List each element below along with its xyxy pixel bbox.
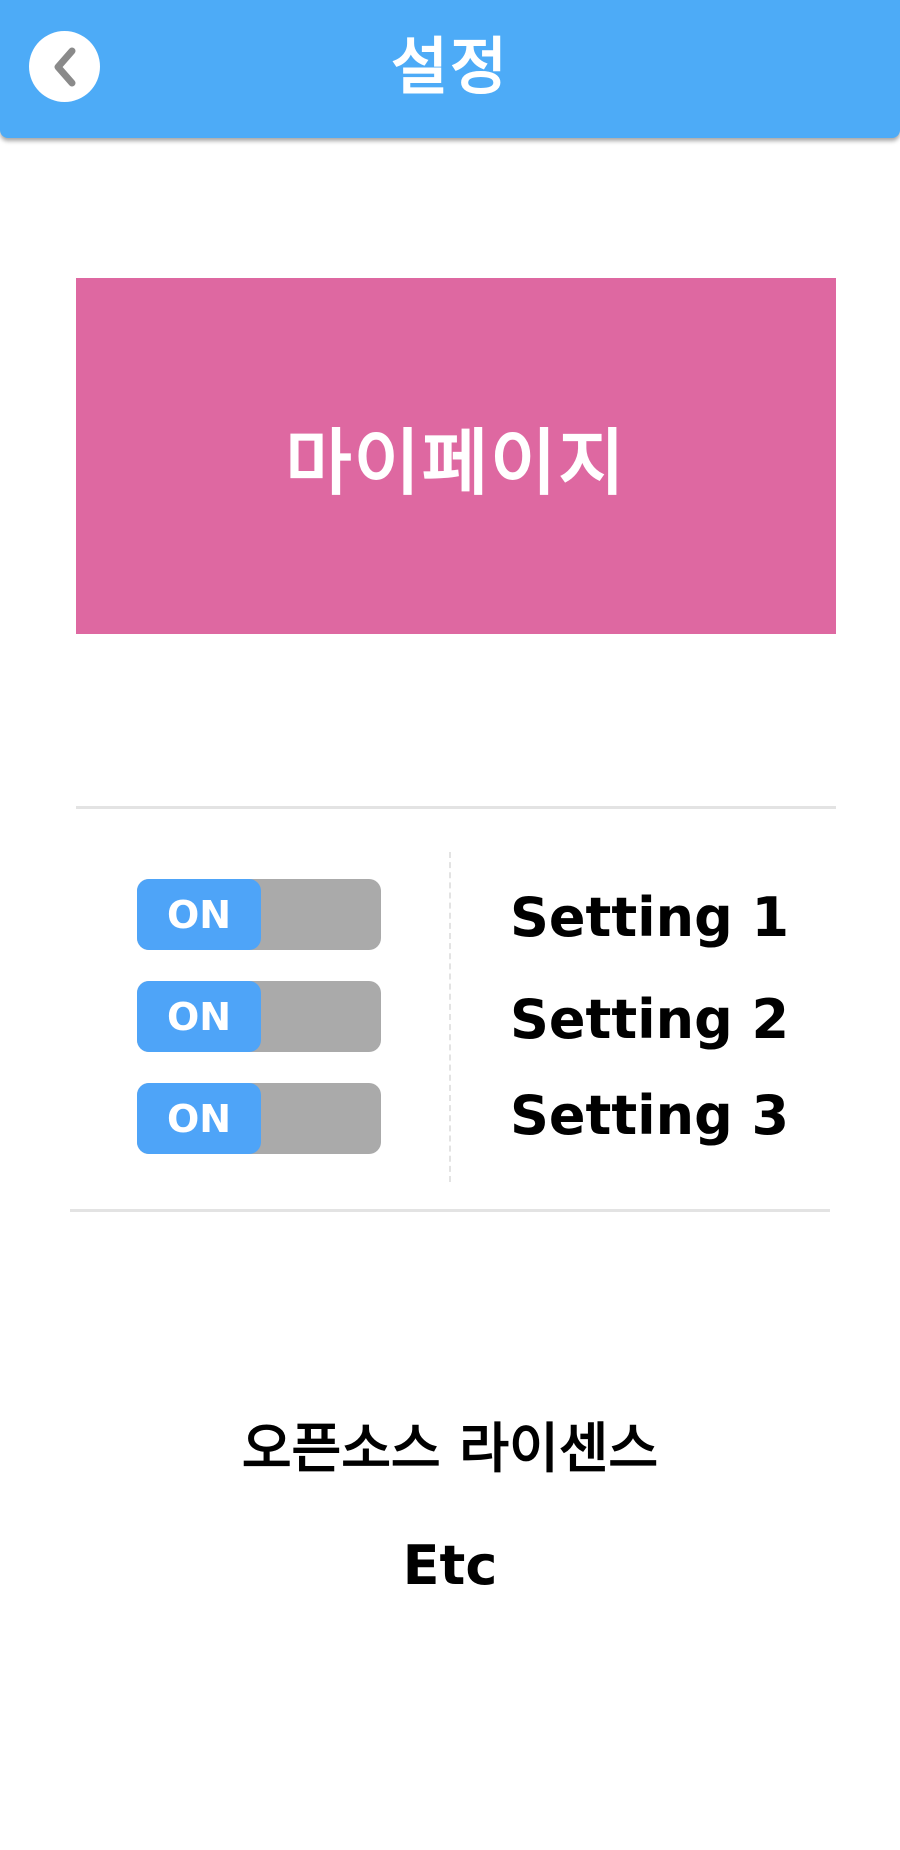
section-divider-bottom [70,1209,830,1212]
toggle-on-label: ON [137,981,261,1052]
toggle-on-label: ON [137,879,261,950]
section-divider-vertical [449,852,451,1182]
open-source-license-link[interactable]: 오픈소스 라이센스 [0,1404,900,1483]
etc-link[interactable]: Etc [0,1534,900,1597]
app-header: 설정 [0,0,900,138]
setting-2-toggle[interactable]: ON [137,981,381,1052]
section-divider-top [76,806,836,809]
setting-3-toggle[interactable]: ON [137,1083,381,1154]
mypage-button[interactable]: 마이페이지 [76,278,836,634]
page-title: 설정 [390,30,510,103]
setting-1-toggle[interactable]: ON [137,879,381,950]
setting-3-label: Setting 3 [510,1084,790,1147]
setting-1-label: Setting 1 [510,886,790,949]
setting-2-label: Setting 2 [510,988,790,1051]
toggle-on-label: ON [137,1083,261,1154]
